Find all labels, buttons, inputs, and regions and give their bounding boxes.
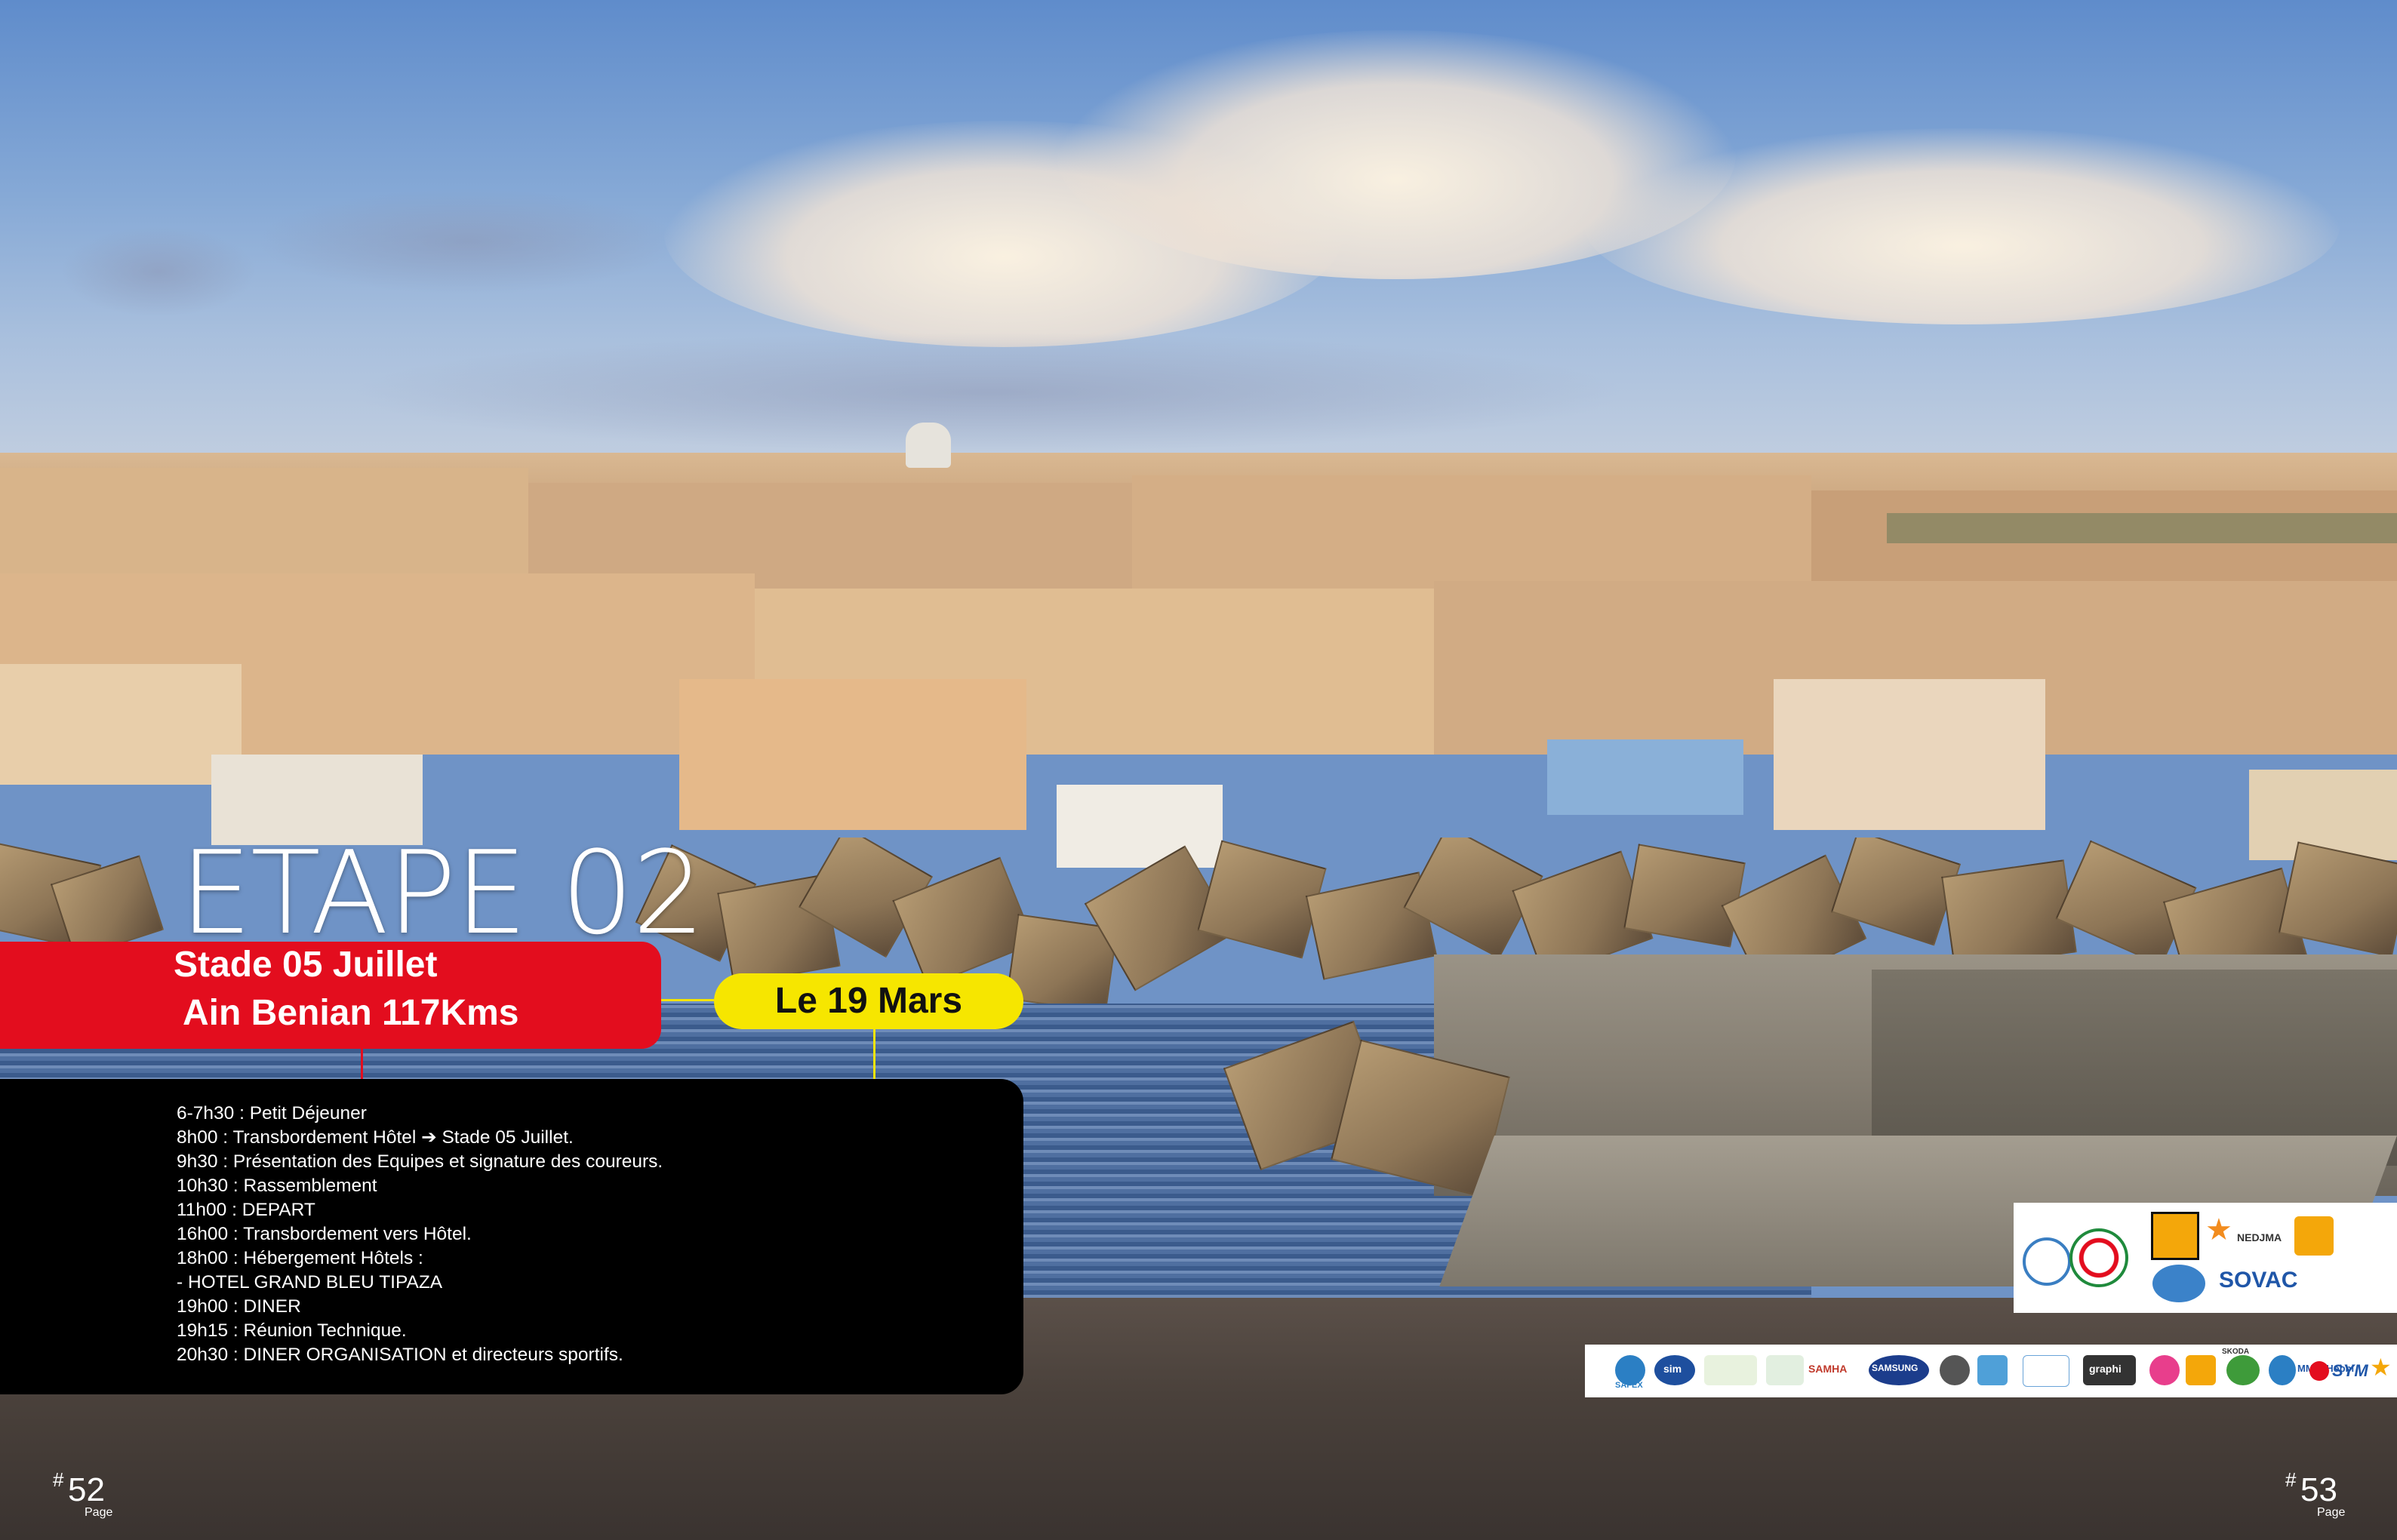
skoda-text: SKODA	[2222, 1348, 2250, 1356]
connector-line	[361, 1049, 363, 1079]
sponsor-logo-icon	[2151, 1212, 2199, 1260]
schedule-item: 20h30 : DINER ORGANISATION et directeurs…	[177, 1345, 623, 1365]
sovac-logo: SOVAC	[2219, 1268, 2298, 1293]
page-hash: #	[53, 1468, 64, 1491]
sponsor-logo-icon	[2149, 1355, 2180, 1385]
sponsor-logo-icon	[1704, 1355, 1757, 1385]
page-number: 52	[68, 1471, 105, 1508]
sim-text: sim	[1663, 1363, 1682, 1375]
sponsor-logo-icon	[1977, 1355, 2008, 1385]
schedule-item: 10h30 : Rassemblement	[177, 1176, 377, 1196]
nedjma-star-icon: ★	[2205, 1213, 2232, 1247]
schedule-item: 19h00 : DINER	[177, 1296, 301, 1317]
cloud	[257, 189, 679, 294]
skoda-logo-icon	[2226, 1355, 2260, 1385]
route-finish-distance: Ain Benian 117Kms	[183, 993, 519, 1033]
water-brand-logo-icon	[2152, 1265, 2205, 1302]
connector-line	[661, 999, 714, 1001]
schedule-item: 8h00 : Transbordement Hôtel ➔ Stade 05 J…	[177, 1127, 574, 1148]
date-badge: Le 19 Mars	[714, 973, 1023, 1029]
schedule-item: 16h00 : Transbordement vers Hôtel.	[177, 1224, 472, 1244]
safex-text: SAFEX	[1615, 1381, 1643, 1390]
star-icon: ★	[2370, 1353, 2392, 1382]
schedule-list: 6-7h30 : Petit Déjeuner 8h00 : Transbord…	[177, 1102, 663, 1367]
sonelgaz-logo-icon	[2294, 1216, 2334, 1256]
page-label: Page	[2317, 1506, 2346, 1519]
connector-line	[873, 1028, 875, 1079]
schedule-item: 9h30 : Présentation des Equipes et signa…	[177, 1151, 663, 1172]
cloud	[1585, 128, 2340, 324]
cloud	[60, 226, 257, 317]
schedule-item: 18h00 : Hébergement Hôtels :	[177, 1248, 423, 1268]
sponsor-logo-icon	[2269, 1355, 2296, 1385]
ministry-emblem-icon	[2023, 1237, 2071, 1286]
schedule-item: - HOTEL GRAND BLEU TIPAZA	[177, 1272, 443, 1293]
schedule-item: 11h00 : DEPART	[177, 1200, 315, 1220]
schedule-item: 19h15 : Réunion Technique.	[177, 1320, 407, 1341]
sponsor-logo-icon	[2186, 1355, 2216, 1385]
sym-text: SYM	[2332, 1361, 2368, 1380]
sponsor-logo-icon	[2023, 1355, 2069, 1387]
samsung-text: SAMSUNG	[1872, 1363, 1919, 1373]
route-start: Stade 05 Juillet	[174, 945, 438, 985]
graphi-text: graphi	[2089, 1363, 2122, 1375]
stage-title: ETAPE 02	[180, 826, 705, 960]
samha-logo: SAMHA	[1808, 1363, 1848, 1375]
date-text: Le 19 Mars	[774, 981, 963, 1021]
hillside-city	[0, 423, 2397, 890]
sym-logo-icon	[2309, 1361, 2329, 1381]
sponsor-logo-icon	[1940, 1355, 1970, 1385]
page-hash: #	[2285, 1468, 2297, 1491]
nedjma-text: NEDJMA	[2237, 1231, 2282, 1243]
page-number: 53	[2300, 1471, 2337, 1508]
schedule-item: 6-7h30 : Petit Déjeuner	[177, 1103, 367, 1123]
federation-emblem-icon	[2069, 1228, 2128, 1287]
sponsor-logo-icon	[1766, 1355, 1804, 1385]
page-label: Page	[85, 1506, 113, 1519]
